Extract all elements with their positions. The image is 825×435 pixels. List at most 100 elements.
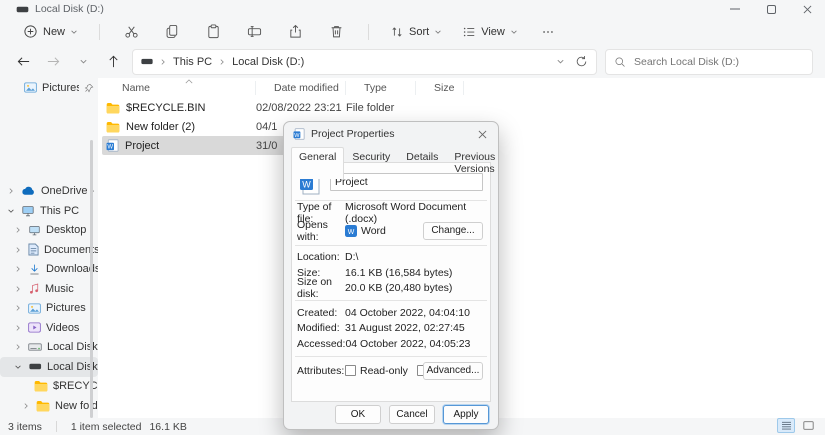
column-header-date-modified[interactable]: Date modified [256,81,346,95]
cut-button[interactable] [116,21,147,42]
file-date: 02/08/2022 23:21 [256,102,346,114]
file-name: $RECYCLE.BIN [126,102,205,114]
sidebar-item-pictures-pinned[interactable]: Pictures [0,78,98,98]
refresh-icon[interactable] [575,55,588,68]
advanced-button[interactable]: Advanced... [423,362,483,380]
sidebar-item-downloads[interactable]: Downloads [0,260,98,280]
chevron-right-icon[interactable] [13,246,23,254]
svg-text:W: W [348,229,355,236]
field-attributes: Attributes: Read-only Hidden Advanced... [292,361,490,381]
chevron-right-icon[interactable] [13,265,23,273]
minimize-button[interactable] [729,3,741,15]
tab-security[interactable]: Security [344,147,398,179]
large-icons-view-toggle[interactable] [799,418,817,433]
chevron-right-icon[interactable] [6,187,16,195]
cancel-button[interactable]: Cancel [389,405,435,424]
chevron-right-icon[interactable] [13,324,23,332]
column-header-size[interactable]: Size [416,81,464,95]
field-modified: Modified: 31 August 2022, 02:27:45 [292,321,490,337]
sidebar-item-this-pc[interactable]: This PC [0,201,98,221]
toolbar-divider [368,24,369,40]
paste-button[interactable] [198,21,229,42]
copy-button[interactable] [157,21,188,42]
sidebar-item-label: Desktop [46,224,86,236]
chevron-right-icon[interactable] [13,226,23,234]
view-button[interactable]: View [457,22,523,42]
apply-button[interactable]: Apply [443,405,489,424]
sidebar-item-desktop[interactable]: Desktop [0,221,98,241]
search-input[interactable] [632,55,804,69]
change-button[interactable]: Change... [423,222,483,240]
sidebar-item-local-disk-c[interactable]: Local Disk (C:) [0,338,98,358]
plus-circle-icon [23,24,38,39]
table-row[interactable]: $RECYCLE.BIN 02/08/2022 23:21 File folde… [102,98,464,117]
sort-label: Sort [409,26,429,38]
sidebar-item-label: Videos [46,322,79,334]
videos-icon [28,322,41,333]
tab-general[interactable]: General [291,147,344,179]
music-icon [28,282,40,295]
folder-icon [36,400,50,412]
sidebar-item-videos[interactable]: Videos [0,318,98,338]
sidebar-item-local-disk-d[interactable]: Local Disk (D:) [0,357,98,377]
forward-button[interactable] [42,51,64,73]
sidebar-item-new-folder[interactable]: New folder (2) [0,396,98,416]
chevron-right-icon[interactable] [13,285,23,293]
pictures-icon [28,303,41,314]
address-bar[interactable]: This PC Local Disk (D:) [132,49,597,75]
share-button[interactable] [280,21,311,42]
sidebar-scrollbar[interactable] [90,140,93,418]
column-header-name[interactable]: Name [102,81,256,95]
column-header-type[interactable]: Type [346,81,416,95]
sort-ascending-caret-icon [185,79,193,84]
selection-size: 16.1 KB [149,421,186,433]
item-count: 3 items [8,421,42,433]
desktop-icon [28,225,41,236]
delete-button[interactable] [321,21,352,42]
sidebar-item-label: This PC [40,205,79,217]
search-box[interactable] [605,49,813,75]
chevron-right-icon[interactable] [21,402,31,410]
maximize-button[interactable] [765,3,777,15]
field-created: Created: 04 October 2022, 04:04:10 [292,305,490,321]
new-label: New [43,26,65,38]
file-type: File folder [346,102,416,114]
up-button[interactable] [102,51,124,73]
details-view-toggle[interactable] [777,418,795,433]
chevron-down-icon[interactable] [13,363,23,371]
back-button[interactable] [12,51,34,73]
tab-details[interactable]: Details [398,147,446,179]
more-options-button[interactable] [533,22,563,42]
sort-button[interactable]: Sort [385,22,447,42]
tab-previous-versions[interactable]: Previous Versions [446,147,503,179]
pictures-icon [24,82,37,93]
hard-drive-icon [28,363,42,370]
breadcrumb-this-pc[interactable]: This PC [173,56,212,68]
recent-locations-chevron-icon[interactable] [72,51,94,73]
new-button[interactable]: New [18,21,83,42]
chevron-right-icon[interactable] [13,304,23,312]
sidebar-item-onedrive[interactable]: OneDrive - Perso [0,182,98,202]
folder-icon [106,121,120,133]
pin-icon [84,83,98,93]
dialog-title: Project Properties [311,128,394,140]
breadcrumb-current[interactable]: Local Disk (D:) [232,56,304,68]
sidebar-item-documents[interactable]: Documents [0,240,98,260]
address-dropdown-chevron-icon[interactable] [556,57,565,66]
properties-dialog: W Project Properties General Security De… [283,121,499,430]
svg-text:W: W [294,133,300,139]
ok-button[interactable]: OK [335,405,381,424]
read-only-checkbox[interactable] [345,365,356,376]
close-button[interactable] [801,3,813,15]
sidebar-item-recycle-bin-folder[interactable]: $RECYCLE.BIN [0,377,98,397]
rename-button[interactable] [239,21,270,42]
window-title: Local Disk (D:) [35,3,104,15]
close-icon[interactable] [475,127,489,141]
sidebar-item-music[interactable]: Music [0,279,98,299]
dialog-tabs: General Security Details Previous Versio… [284,147,498,179]
sidebar-item-label: Music [45,283,74,295]
sidebar-item-pictures[interactable]: Pictures [0,299,98,319]
command-bar: New Sort View [0,18,825,45]
chevron-down-icon[interactable] [6,207,16,215]
chevron-right-icon[interactable] [13,343,23,351]
